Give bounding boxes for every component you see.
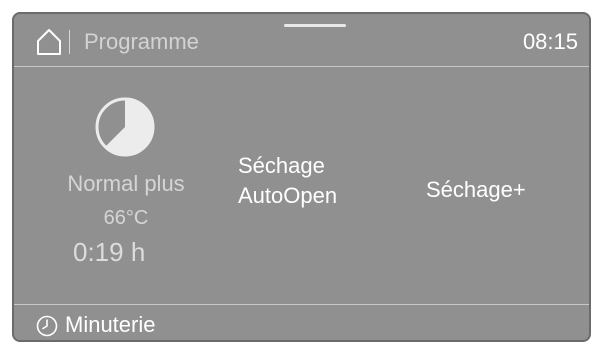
program-duration: 0:19 h xyxy=(73,237,146,267)
home-icon[interactable] xyxy=(36,28,62,56)
control-panel-display: Programme 08:15 Normal plus 66°C 0:19 h … xyxy=(12,12,591,342)
timer-button[interactable]: Minuterie xyxy=(14,304,589,340)
option-drying-autoopen-line1: Séchage xyxy=(238,153,325,178)
pie-progress-icon xyxy=(95,97,155,157)
header-bar: Programme 08:15 xyxy=(14,14,589,67)
timer-label: Minuterie xyxy=(65,312,156,337)
timer-icon xyxy=(36,315,58,337)
option-drying-plus[interactable]: Séchage+ xyxy=(426,177,526,203)
program-temperature: 66°C xyxy=(103,207,149,229)
option-drying-autoopen-line2: AutoOpen xyxy=(238,183,338,208)
header-separator xyxy=(69,30,70,54)
program-name: Normal plus xyxy=(67,171,185,196)
swipe-indicator xyxy=(284,24,346,27)
page-title: Programme xyxy=(84,29,199,54)
main-content: Normal plus 66°C 0:19 h Séchage AutoOpen… xyxy=(14,67,589,304)
option-drying-autoopen[interactable]: Séchage AutoOpen xyxy=(238,151,337,211)
clock-time: 08:15 xyxy=(522,29,578,54)
program-card-normal-plus[interactable]: Normal plus 66°C 0:19 h xyxy=(36,67,216,304)
